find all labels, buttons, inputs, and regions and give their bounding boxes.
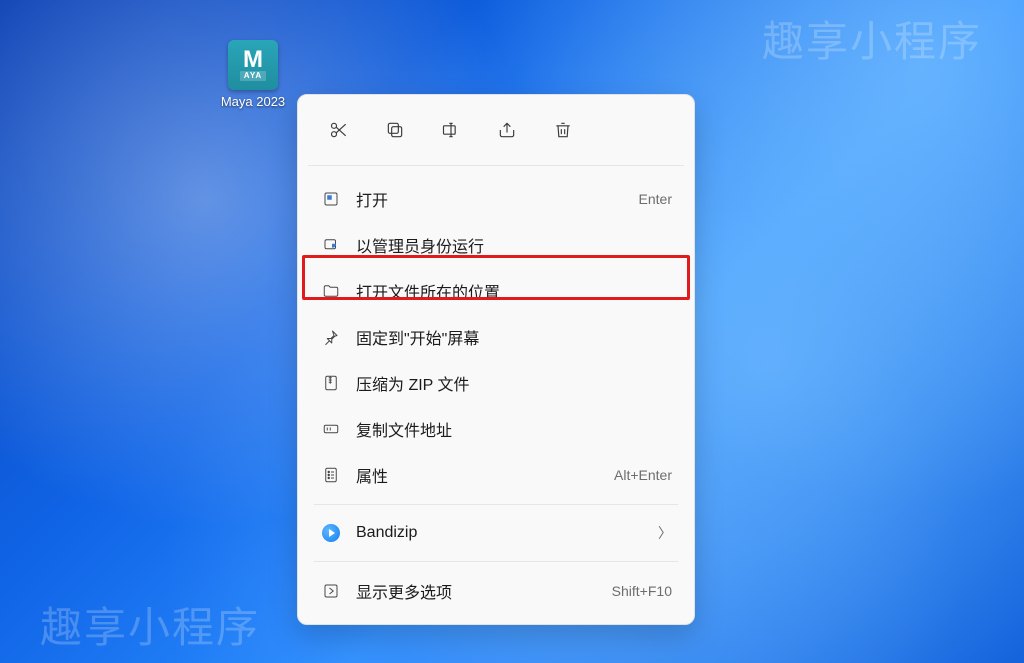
desktop-background[interactable]: 趣享小程序 趣享小程序 趣享小程序 M AYA Maya 2023 [0, 0, 1024, 663]
menu-item-open[interactable]: 打开 Enter [304, 176, 688, 222]
quick-action-row [298, 101, 694, 159]
copy-icon [385, 120, 405, 140]
open-in-icon [320, 188, 342, 210]
cut-button[interactable] [320, 111, 358, 149]
menu-item-label: 显示更多选项 [356, 579, 602, 603]
menu-item-label: 属性 [356, 463, 604, 487]
menu-item-label: 压缩为 ZIP 文件 [356, 371, 672, 395]
delete-button[interactable] [544, 111, 582, 149]
zip-icon [320, 372, 342, 394]
rename-icon [441, 120, 461, 140]
more-icon [320, 580, 342, 602]
separator [314, 561, 678, 562]
app-tile-icon: M AYA [228, 40, 278, 90]
watermark-text: 趣享小程序 [40, 594, 260, 655]
menu-item-copy-path[interactable]: 复制文件地址 [304, 406, 688, 452]
share-icon [497, 120, 517, 140]
watermark-text: 趣享小程序 [762, 8, 982, 69]
menu-item-label: 固定到"开始"屏幕 [356, 325, 672, 349]
menu-item-accelerator: Shift+F10 [612, 583, 672, 599]
bandizip-icon [320, 522, 342, 544]
path-icon [320, 418, 342, 440]
menu-list: 打开 Enter 以管理员身份运行 打开文件所在的位置 固定到"开始"屏 [298, 172, 694, 618]
menu-item-run-as-admin[interactable]: 以管理员身份运行 [304, 222, 688, 268]
menu-item-accelerator: Alt+Enter [614, 467, 672, 483]
desktop-shortcut-maya[interactable]: M AYA Maya 2023 [210, 40, 296, 109]
tile-letter: M [243, 49, 263, 71]
shield-icon [320, 234, 342, 256]
menu-item-properties[interactable]: 属性 Alt+Enter [304, 452, 688, 498]
menu-item-label: 复制文件地址 [356, 417, 672, 441]
tile-subtext: AYA [240, 71, 266, 81]
menu-item-accelerator: Enter [639, 191, 672, 207]
chevron-right-icon: 〉 [658, 523, 672, 543]
menu-item-show-more[interactable]: 显示更多选项 Shift+F10 [304, 568, 688, 614]
copy-button[interactable] [376, 111, 414, 149]
menu-item-bandizip[interactable]: Bandizip 〉 [304, 511, 688, 555]
menu-item-pin-to-start[interactable]: 固定到"开始"屏幕 [304, 314, 688, 360]
context-menu: 打开 Enter 以管理员身份运行 打开文件所在的位置 固定到"开始"屏 [297, 94, 695, 625]
menu-item-compress-zip[interactable]: 压缩为 ZIP 文件 [304, 360, 688, 406]
folder-icon [320, 280, 342, 302]
pin-icon [320, 326, 342, 348]
trash-icon [553, 120, 573, 140]
menu-item-label: 以管理员身份运行 [356, 233, 672, 257]
menu-item-label: 打开文件所在的位置 [356, 279, 672, 303]
menu-item-label: 打开 [356, 187, 629, 211]
menu-item-open-file-location[interactable]: 打开文件所在的位置 [304, 268, 688, 314]
menu-item-label: Bandizip [356, 524, 648, 542]
share-button[interactable] [488, 111, 526, 149]
rename-button[interactable] [432, 111, 470, 149]
scissors-icon [329, 120, 349, 140]
separator [314, 504, 678, 505]
shortcut-label: Maya 2023 [210, 94, 296, 109]
separator [308, 165, 684, 166]
properties-icon [320, 464, 342, 486]
